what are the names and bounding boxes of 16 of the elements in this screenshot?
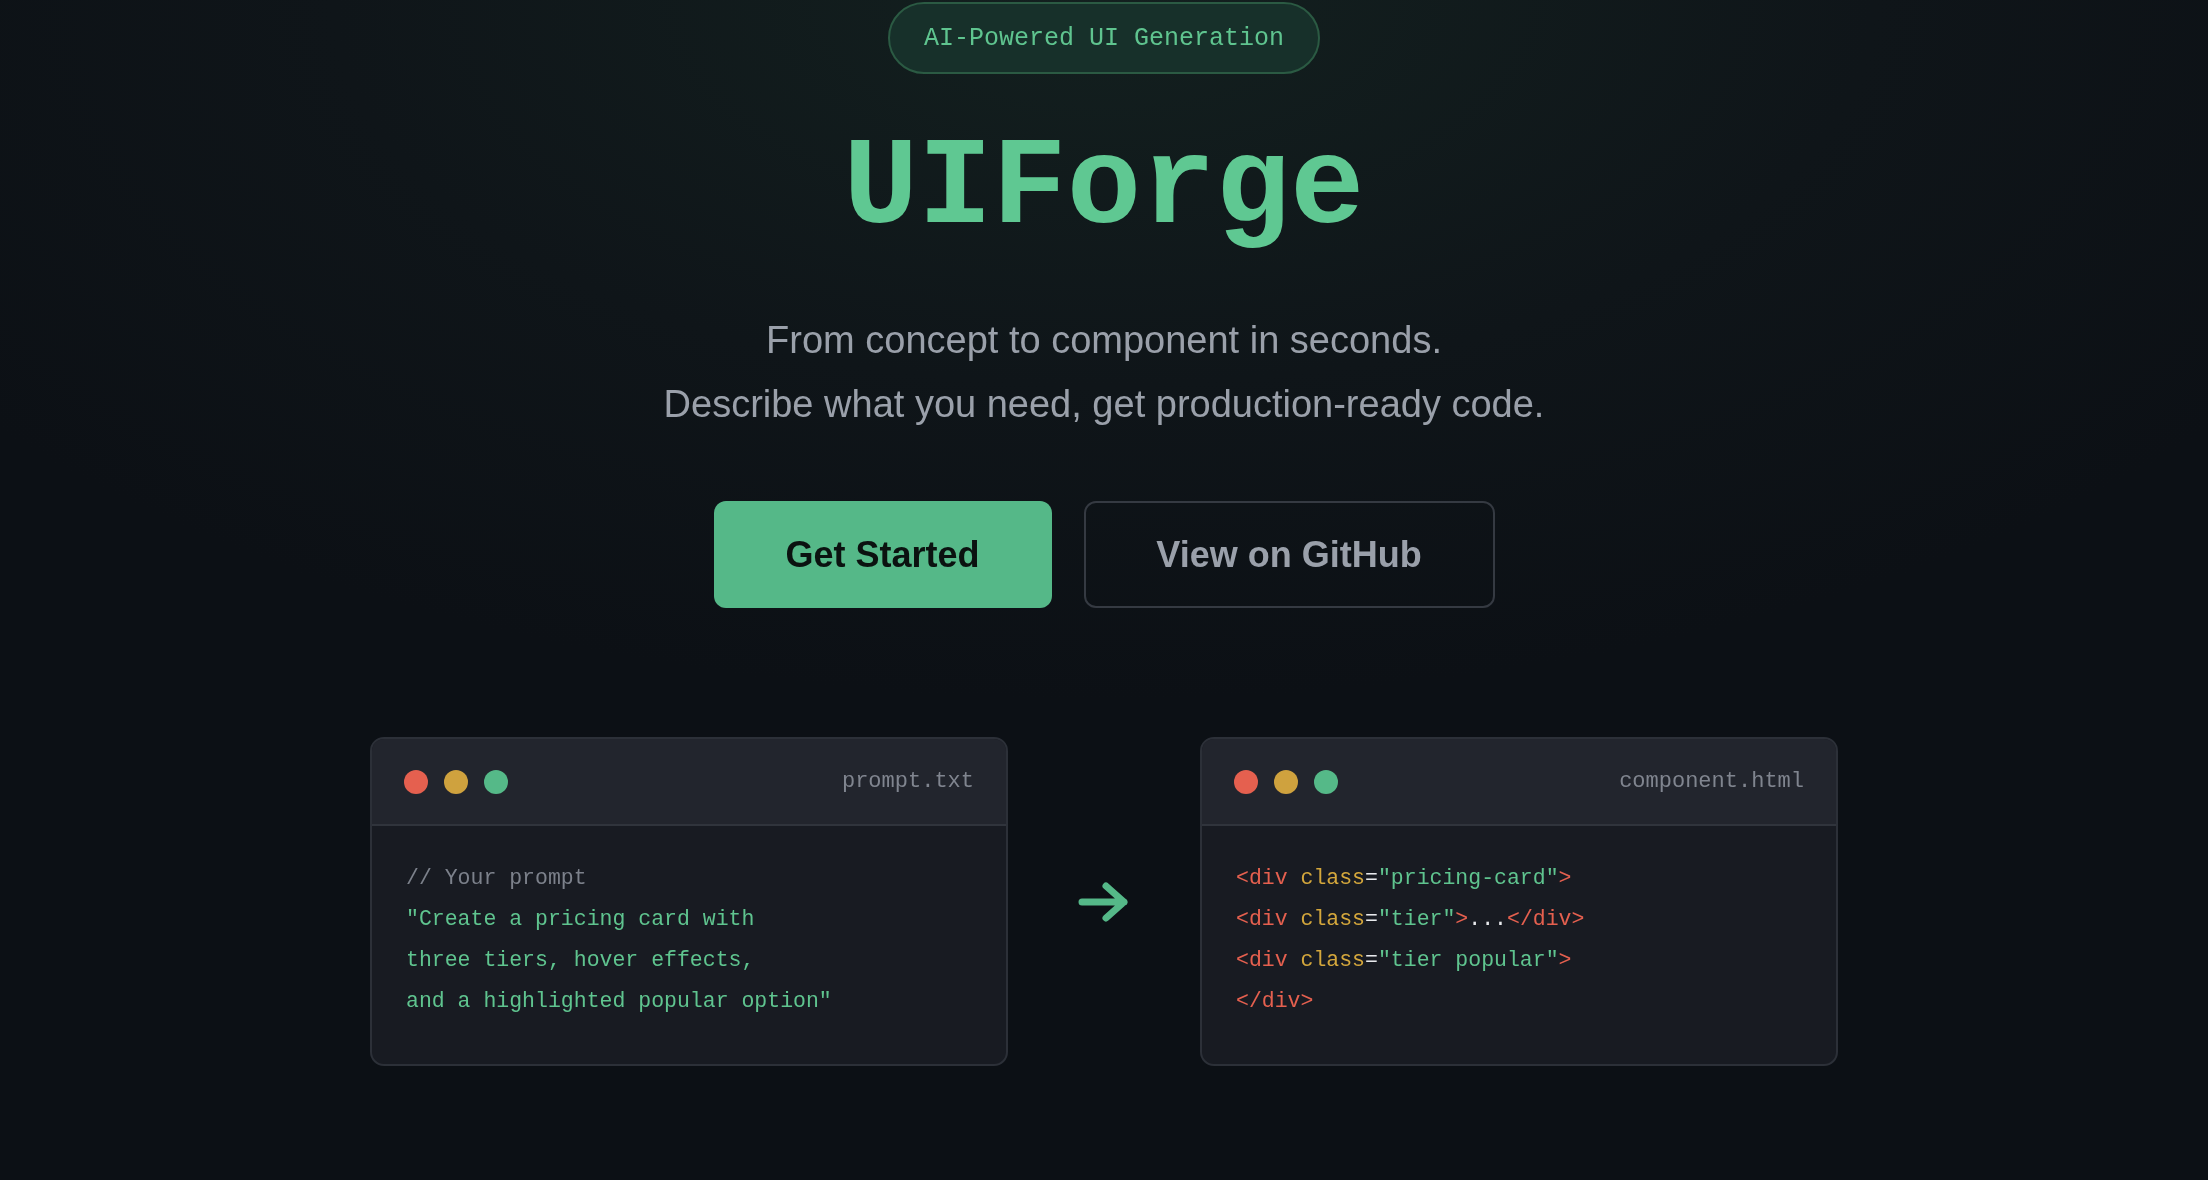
tagline-badge: AI-Powered UI Generation (887, 2, 1321, 74)
file-name: component.html (1619, 769, 1804, 794)
code-line: <div class="tier">...</div> (1236, 906, 1585, 933)
code-line: and a highlighted popular option" (406, 988, 832, 1015)
code-line: three tiers, hover effects, (406, 947, 755, 974)
code-line: </div> (1236, 988, 1314, 1015)
file-name: prompt.txt (841, 769, 974, 794)
github-button[interactable]: View on GitHub (1083, 501, 1495, 608)
subtitle-line: From concept to component in seconds. (766, 318, 1442, 363)
code-line: <div class="tier popular"> (1236, 947, 1572, 974)
code-line: // Your prompt (406, 865, 587, 892)
code-line: <div class="pricing-card"> (1236, 865, 1572, 892)
get-started-button[interactable]: Get Started (713, 501, 1052, 608)
code-line: "Create a pricing card with (406, 906, 755, 933)
subtitle-line: Describe what you need, get production-ready code. (663, 382, 1545, 427)
app-title: UIForge (843, 118, 1365, 261)
